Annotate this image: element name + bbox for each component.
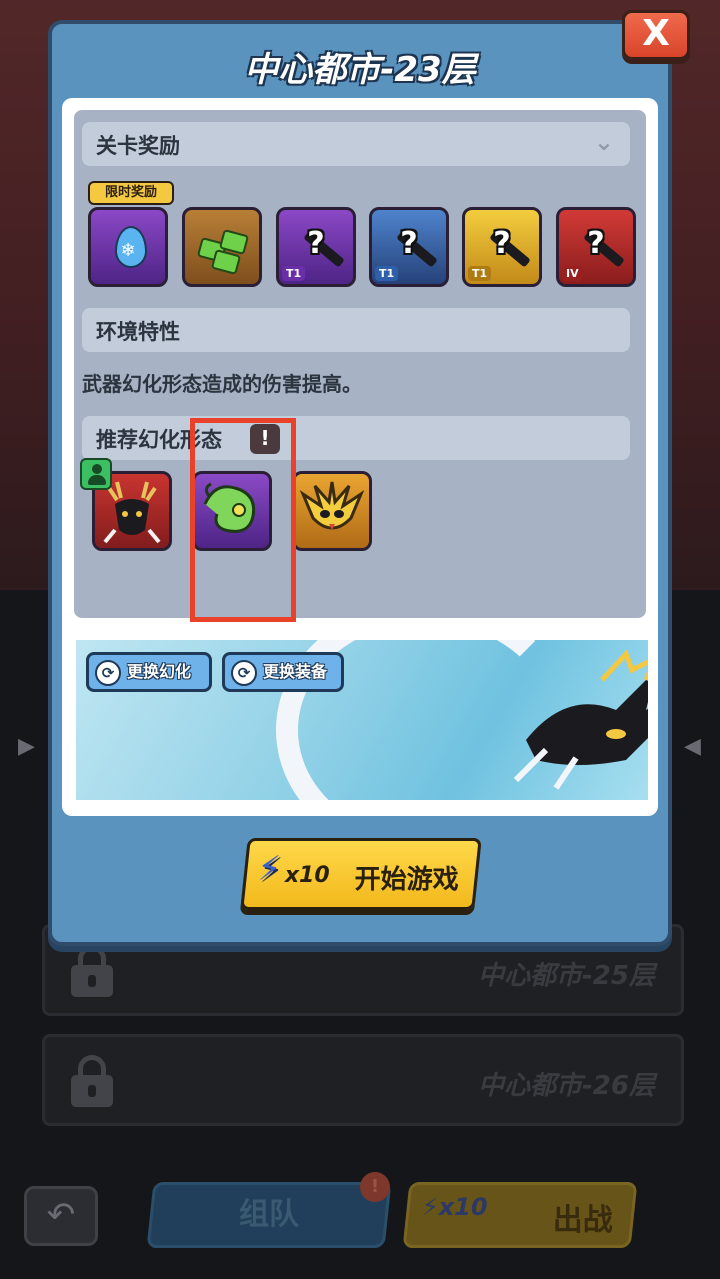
limited-reward-tag: 限时奖励	[88, 181, 174, 205]
change-form-label: 更换幻化	[127, 662, 192, 681]
start-game-button[interactable]: ⚡ x10 开始游戏	[240, 838, 482, 910]
change-gear-button[interactable]: ⟳ 更换装备	[222, 652, 344, 692]
unknown-mark: ?	[493, 226, 511, 261]
environment-header-label: 环境特性	[96, 320, 180, 344]
close-button[interactable]: X	[622, 10, 690, 60]
environment-header: 环境特性	[82, 308, 630, 352]
energy-bolt-icon: ⚡	[257, 849, 282, 889]
form-golden-bird[interactable]	[292, 471, 372, 551]
reward-item-ice-drop[interactable]: ❄	[88, 207, 168, 287]
chevron-down-icon: ⌄	[593, 128, 614, 156]
swap-icon: ⟳	[231, 660, 257, 686]
selection-highlight	[190, 418, 296, 622]
change-gear-label: 更换装备	[263, 662, 328, 681]
close-icon: X	[642, 13, 670, 54]
reward-item-green-gems[interactable]	[182, 207, 262, 287]
reward-item-blue-weapon[interactable]: ? T1	[369, 207, 449, 287]
golden-bird-icon	[299, 481, 365, 530]
tier-badge: T1	[375, 266, 399, 281]
tier-badge: T1	[468, 266, 492, 281]
start-game-label: 开始游戏	[354, 865, 459, 895]
reward-item-red-weapon[interactable]: ? IV	[556, 207, 636, 287]
swap-icon: ⟳	[95, 660, 121, 686]
environment-description: 武器幻化形态造成的伤害提高。	[82, 372, 362, 396]
energy-cost: x10	[284, 863, 330, 888]
reward-item-gold-weapon[interactable]: ? T1	[462, 207, 542, 287]
unknown-mark: ?	[307, 226, 325, 261]
rewards-header-label: 关卡奖励	[96, 134, 180, 158]
unknown-mark: ?	[587, 226, 605, 261]
snowflake-icon: ❄	[120, 240, 136, 261]
recommended-forms-header: 推荐幻化形态	[82, 416, 630, 460]
team-member-icon	[80, 458, 112, 490]
reward-item-purple-weapon[interactable]: ? T1	[276, 207, 356, 287]
change-form-button[interactable]: ⟳ 更换幻化	[86, 652, 212, 692]
unknown-mark: ?	[400, 226, 418, 261]
tier-badge: IV	[562, 266, 583, 281]
tier-badge: T1	[282, 266, 306, 281]
rewards-header[interactable]: 关卡奖励 ⌄	[82, 122, 630, 166]
beast-illustration	[513, 650, 648, 790]
modal-title: 中心都市-23层	[244, 50, 476, 90]
